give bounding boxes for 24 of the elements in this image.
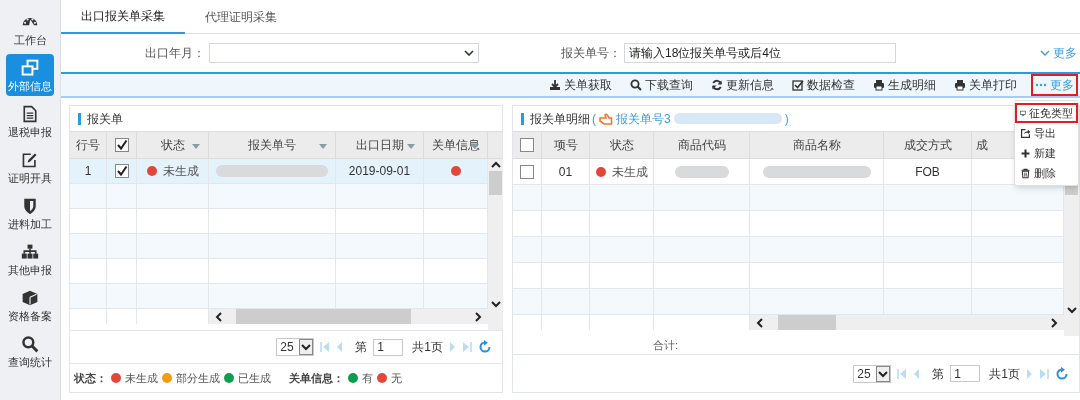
status-text: 未生成 xyxy=(611,163,648,181)
page-total: 共1页 xyxy=(989,365,1020,383)
legend-label: 关单信息： xyxy=(289,370,344,386)
page-label: 第 xyxy=(355,339,368,356)
legend-text: 无 xyxy=(391,370,402,386)
paren-text: ) xyxy=(784,110,789,128)
table-cell: 01 xyxy=(542,159,590,184)
legend-text: 部分生成 xyxy=(176,370,220,386)
page-label: 第 xyxy=(932,365,945,383)
page-total: 共1页 xyxy=(412,339,443,356)
legend-text: 已生成 xyxy=(238,370,271,386)
field-label: 出口年月： xyxy=(145,45,205,62)
table-cell: 1 xyxy=(70,159,107,183)
total-label: 合计: xyxy=(653,337,679,353)
status-text: 未生成 xyxy=(162,163,199,180)
legend-label: 状态： xyxy=(74,370,107,386)
legend-text: 未生成 xyxy=(125,370,158,386)
legend-text: 有 xyxy=(362,370,373,386)
panel-title: 报关单明细 xyxy=(530,110,590,128)
table-cell: FOB xyxy=(884,159,972,184)
field-label: 报关单号： xyxy=(561,45,621,62)
table-cell: 2019-09-01 xyxy=(336,159,424,183)
panel-title: 报关单 xyxy=(87,110,123,128)
paren-text: ( xyxy=(592,110,596,128)
